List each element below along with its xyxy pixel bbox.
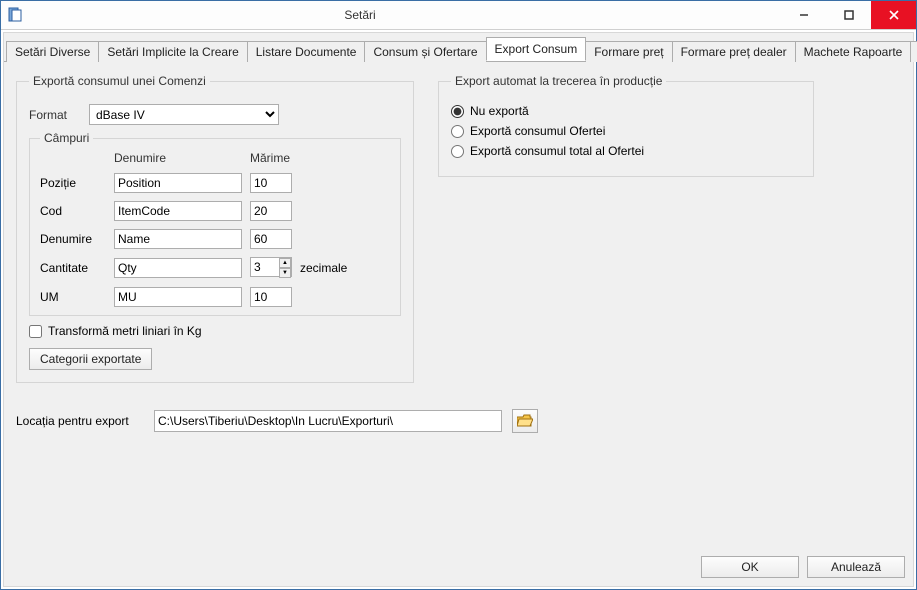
header-marime: Mărime (250, 151, 292, 165)
group-export-legend: Exportă consumul unei Comenzi (29, 74, 210, 88)
tab-machete-rapoarte[interactable]: Machete Rapoarte (795, 41, 912, 62)
format-select[interactable]: dBase IV (89, 104, 279, 125)
tab-consum-ofertare[interactable]: Consum și Ofertare (364, 41, 486, 62)
input-denumire-name[interactable] (114, 229, 242, 249)
maximize-button[interactable] (826, 1, 871, 29)
tab-conectarea[interactable]: Conectarea la d (910, 41, 917, 62)
titlebar: Setări (1, 1, 916, 30)
group-auto-export: Export automat la trecerea în producție … (438, 74, 814, 177)
input-um-size[interactable] (250, 287, 292, 307)
ok-button[interactable]: OK (701, 556, 799, 578)
label-cantitate: Cantitate (40, 261, 106, 275)
label-cod: Cod (40, 204, 106, 218)
tab-setari-implicite[interactable]: Setări Implicite la Creare (98, 41, 247, 62)
spin-down[interactable]: ▼ (279, 268, 291, 278)
client-area: Setări Diverse Setări Implicite la Crear… (3, 32, 914, 587)
label-um: UM (40, 290, 106, 304)
window-title: Setări (29, 8, 781, 22)
radio-consum-total-label: Exportă consumul total al Ofertei (470, 144, 644, 158)
auto-export-legend: Export automat la trecerea în producție (451, 74, 666, 88)
input-pozitie-size[interactable] (250, 173, 292, 193)
tab-formare-pret-dealer[interactable]: Formare preț dealer (672, 41, 796, 62)
tab-content: Exportă consumul unei Comenzi Format dBa… (4, 62, 913, 550)
radio-consum-oferta-label: Exportă consumul Ofertei (470, 124, 605, 138)
radio-nu-exporta-label: Nu exportă (470, 104, 529, 118)
label-pozitie: Poziție (40, 176, 106, 190)
tab-setari-diverse[interactable]: Setări Diverse (6, 41, 99, 62)
input-pozitie-name[interactable] (114, 173, 242, 193)
label-zecimale: zecimale (300, 261, 390, 275)
input-denumire-size[interactable] (250, 229, 292, 249)
input-um-name[interactable] (114, 287, 242, 307)
location-input[interactable] (154, 410, 502, 432)
tab-export-consum[interactable]: Export Consum (486, 37, 587, 61)
dialog-footer: OK Anulează (4, 550, 913, 586)
tab-formare-pret[interactable]: Formare preț (585, 41, 672, 62)
group-export-consum: Exportă consumul unei Comenzi Format dBa… (16, 74, 414, 383)
tab-listare-documente[interactable]: Listare Documente (247, 41, 366, 62)
campuri-legend: Câmpuri (40, 131, 93, 145)
radio-consum-total[interactable] (451, 145, 464, 158)
radio-consum-oferta[interactable] (451, 125, 464, 138)
group-campuri: Câmpuri Denumire Mărime Poziție Cod (29, 131, 401, 316)
checkbox-transforma-label: Transformă metri liniari în Kg (48, 324, 202, 338)
categorii-exportate-button[interactable]: Categorii exportate (29, 348, 152, 370)
spin-up[interactable]: ▲ (279, 258, 291, 268)
cancel-button[interactable]: Anulează (807, 556, 905, 578)
location-label: Locația pentru export (16, 414, 144, 428)
folder-open-icon (517, 414, 533, 428)
format-label: Format (29, 108, 89, 122)
app-icon (7, 7, 23, 23)
window-frame: Setări Setări Diverse Setări Implicite l… (0, 0, 917, 590)
radio-nu-exporta[interactable] (451, 105, 464, 118)
header-denumire: Denumire (114, 151, 242, 165)
input-cantitate-name[interactable] (114, 258, 242, 278)
close-button[interactable] (871, 1, 916, 29)
input-cod-name[interactable] (114, 201, 242, 221)
label-denumire: Denumire (40, 232, 106, 246)
input-cod-size[interactable] (250, 201, 292, 221)
window-controls (781, 1, 916, 29)
tabs: Setări Diverse Setări Implicite la Crear… (4, 33, 913, 62)
minimize-button[interactable] (781, 1, 826, 29)
browse-button[interactable] (512, 409, 538, 433)
checkbox-transforma-kg[interactable] (29, 325, 42, 338)
